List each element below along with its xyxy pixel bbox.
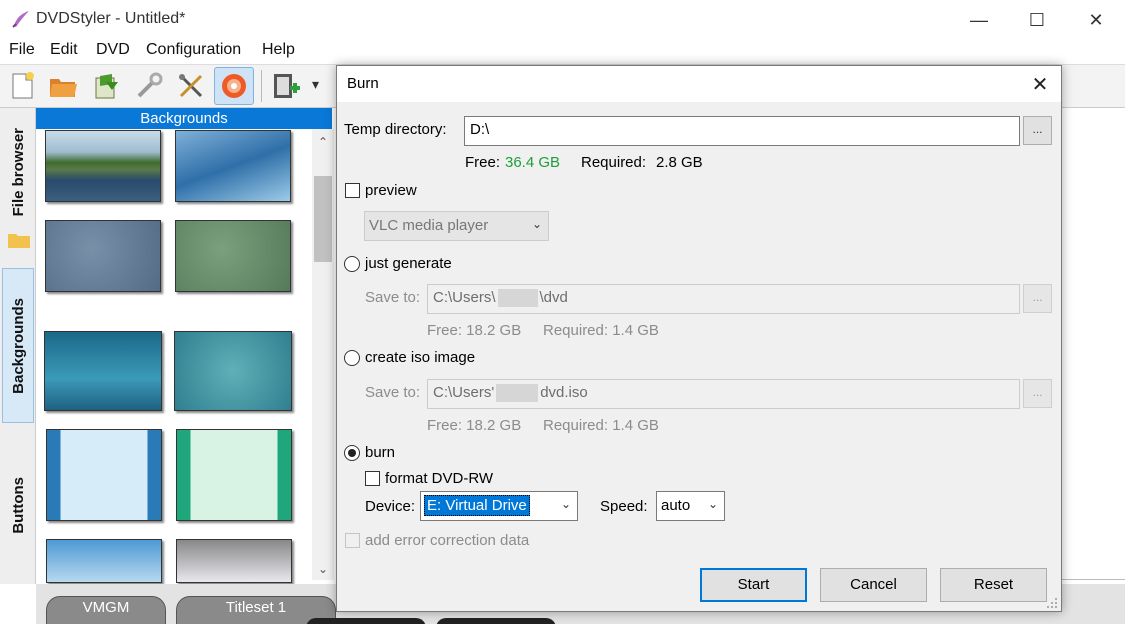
background-thumbnail[interactable] <box>46 429 162 521</box>
create-iso-radio[interactable] <box>344 350 360 366</box>
create-iso-save-to-label: Save to: <box>365 384 421 401</box>
radio-selected-dot <box>348 449 356 457</box>
reset-button[interactable]: Reset <box>940 568 1047 602</box>
scroll-down-arrow[interactable]: ⌄ <box>312 558 334 580</box>
format-dvd-rw-checkbox[interactable] <box>365 471 380 486</box>
backgrounds-panel-header: Backgrounds <box>36 108 332 129</box>
just-generate-required: Required: 1.4 GB <box>543 322 659 339</box>
temp-directory-browse-button[interactable]: ... <box>1023 116 1052 145</box>
speed-select[interactable]: auto ⌄ <box>656 491 725 521</box>
just-generate-path-input[interactable]: C:\Users\ \dvd <box>427 284 1020 314</box>
app-title: DVDStyler - Untitled* <box>36 10 186 27</box>
scroll-up-arrow[interactable]: ⌃ <box>312 131 334 153</box>
new-file-icon[interactable] <box>6 70 38 102</box>
menu-file[interactable]: File <box>9 41 35 59</box>
menu-edit[interactable]: Edit <box>50 41 78 59</box>
device-value: E: Virtual Drive <box>424 495 530 516</box>
burn-radio[interactable] <box>344 445 360 461</box>
path-suffix: \dvd <box>539 289 568 306</box>
preview-label: preview <box>365 182 417 199</box>
background-thumbnail[interactable] <box>176 539 292 583</box>
device-label: Device: <box>365 498 416 515</box>
tab-backgrounds-label: Backgrounds <box>9 297 27 394</box>
error-correction-label: add error correction data <box>365 532 530 549</box>
preview-player-value: VLC media player <box>369 217 489 234</box>
dialog-titlebar <box>337 66 1061 102</box>
open-folder-icon[interactable] <box>47 70 79 102</box>
create-iso-browse-button[interactable]: ... <box>1023 379 1052 408</box>
dvdstyler-logo-icon <box>12 11 29 28</box>
toolbar-separator <box>261 70 262 102</box>
chevron-down-icon: ⌄ <box>707 497 718 511</box>
format-dvd-rw-label: format DVD-RW <box>385 470 494 487</box>
burn-disc-icon <box>222 74 246 98</box>
save-icon[interactable] <box>90 70 122 102</box>
error-correction-checkbox[interactable] <box>345 533 360 548</box>
minimize-button[interactable]: — <box>950 0 1008 40</box>
preview-checkbox[interactable] <box>345 183 360 198</box>
iso-path-suffix: dvd.iso <box>540 384 588 401</box>
background-thumbnail[interactable] <box>175 220 291 292</box>
menu-dvd[interactable]: DVD <box>96 41 130 59</box>
preview-player-select[interactable]: VLC media player ⌄ <box>364 211 549 241</box>
temp-directory-input[interactable]: D:\ <box>464 116 1020 146</box>
path-prefix: C:\Users\ <box>433 289 496 306</box>
create-iso-path-input[interactable]: C:\Users' dvd.iso <box>427 379 1020 409</box>
background-thumbnail[interactable] <box>176 429 292 521</box>
start-button[interactable]: Start <box>700 568 807 602</box>
tools-icon[interactable] <box>175 70 207 102</box>
resize-grip-icon[interactable] <box>1046 597 1058 609</box>
just-generate-radio[interactable] <box>344 256 360 272</box>
just-generate-browse-button[interactable]: ... <box>1023 284 1052 313</box>
background-thumbnail[interactable] <box>45 130 161 202</box>
create-iso-required: Required: 1.4 GB <box>543 417 659 434</box>
temp-free-label: Free: <box>465 154 501 171</box>
titleset-item[interactable] <box>436 618 556 624</box>
temp-directory-label: Temp directory: <box>344 121 447 138</box>
device-select[interactable]: E: Virtual Drive ⌄ <box>420 491 578 521</box>
background-thumbnail[interactable] <box>174 331 292 411</box>
chevron-down-icon: ⌄ <box>560 497 571 511</box>
folder-icon <box>8 234 30 248</box>
scrollbar-thumb[interactable] <box>314 176 332 262</box>
just-generate-save-to-label: Save to: <box>365 289 421 306</box>
cancel-button[interactable]: Cancel <box>820 568 927 602</box>
menu-configuration[interactable]: Configuration <box>146 41 241 59</box>
tab-buttons[interactable]: Buttons <box>2 440 34 570</box>
dialog-title: Burn <box>347 75 379 92</box>
speed-value: auto <box>661 497 691 514</box>
burn-label: burn <box>365 444 396 461</box>
menu-help[interactable]: Help <box>262 41 295 59</box>
add-video-icon[interactable] <box>270 70 302 102</box>
iso-path-prefix: C:\Users' <box>433 384 495 401</box>
titleset-tab-vmgm[interactable]: VMGM <box>46 596 166 624</box>
background-thumbnail[interactable] <box>175 130 291 202</box>
maximize-button[interactable]: ☐ <box>1008 0 1066 40</box>
titleset-item[interactable] <box>306 618 426 624</box>
temp-required-value: 2.8 GB <box>656 154 703 171</box>
settings-wrench-icon[interactable] <box>133 70 165 102</box>
just-generate-free: Free: 18.2 GB <box>427 322 522 339</box>
toolbar-dropdown-arrow[interactable]: ▾ <box>312 76 319 93</box>
temp-free-value: 36.4 GB <box>505 154 561 171</box>
just-generate-label: just generate <box>365 255 452 272</box>
tab-file-browser-label: File browser <box>9 128 27 217</box>
redacted-username <box>497 289 538 308</box>
close-window-button[interactable]: ✕ <box>1067 0 1125 40</box>
create-iso-free: Free: 18.2 GB <box>427 417 522 434</box>
tab-buttons-label: Buttons <box>9 476 27 534</box>
redacted-username <box>496 384 539 403</box>
tab-backgrounds[interactable]: Backgrounds <box>2 268 34 423</box>
menu-editor-area <box>1062 108 1125 580</box>
background-thumbnail[interactable] <box>45 220 161 292</box>
temp-required-label: Required: <box>581 154 647 171</box>
speed-label: Speed: <box>600 498 648 515</box>
create-iso-label: create iso image <box>365 349 476 366</box>
background-thumbnail[interactable] <box>44 331 162 411</box>
chevron-down-icon: ⌄ <box>531 217 542 231</box>
background-thumbnail[interactable] <box>46 539 162 583</box>
dialog-close-button[interactable]: ✕ <box>1026 72 1054 96</box>
tab-file-browser[interactable]: File browser <box>2 115 34 230</box>
